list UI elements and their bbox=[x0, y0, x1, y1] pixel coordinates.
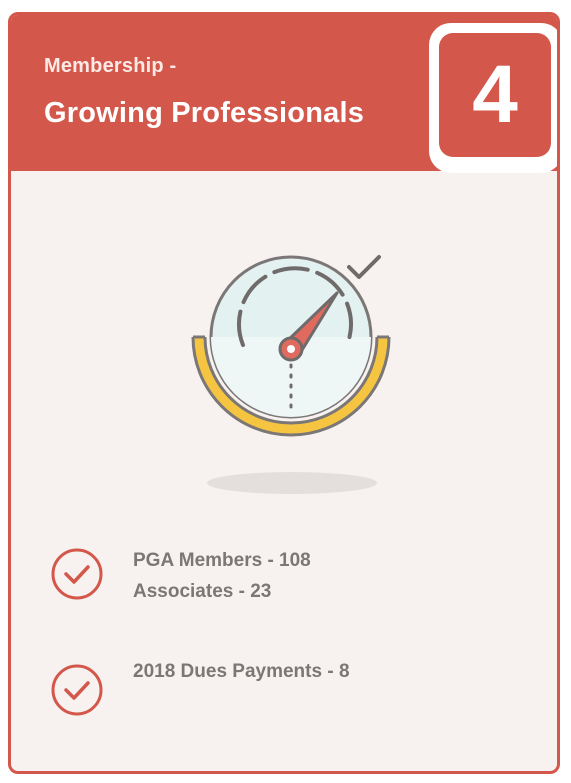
check-circle-icon bbox=[51, 664, 103, 716]
dues-payments-stat: 2018 Dues Payments - 8 bbox=[133, 661, 350, 682]
check-circle-icon bbox=[51, 548, 103, 600]
card-title: Growing Professionals bbox=[44, 97, 365, 129]
stat-group-dues: 2018 Dues Payments - 8 bbox=[133, 656, 350, 687]
associates-stat: Associates - 23 bbox=[133, 581, 272, 602]
card-subtitle: Membership - bbox=[44, 55, 177, 77]
checkmark-icon bbox=[347, 255, 381, 279]
membership-card: Membership - Growing Professionals 4 PGA bbox=[8, 12, 560, 774]
pga-members-stat: PGA Members - 108 bbox=[133, 550, 311, 571]
card-number: 4 bbox=[439, 33, 551, 157]
gauge-speedometer-icon bbox=[191, 255, 391, 437]
stat-group-members: PGA Members - 108 Associates - 23 bbox=[133, 545, 311, 607]
number-badge: 4 bbox=[429, 23, 557, 173]
gauge-shadow bbox=[207, 472, 377, 494]
